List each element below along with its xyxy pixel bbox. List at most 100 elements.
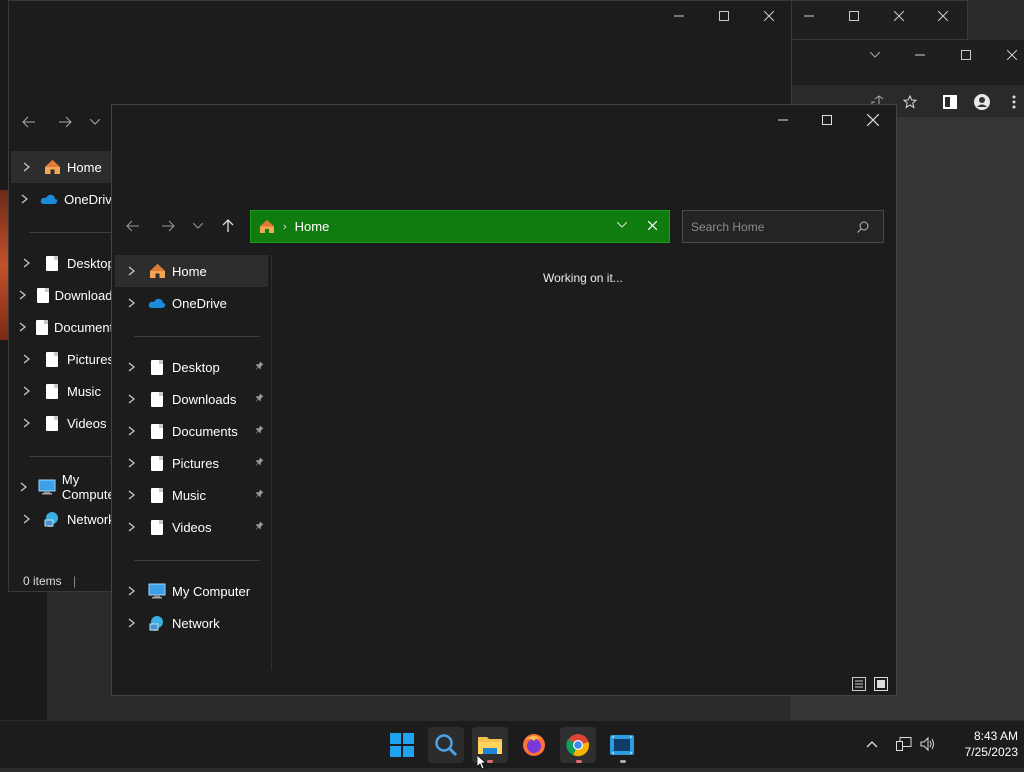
file-icon <box>36 318 48 336</box>
nav-item-label: Desktop <box>172 359 220 375</box>
back-nav-item-videos[interactable]: Videos <box>19 407 119 439</box>
nav-pane-divider[interactable] <box>271 255 272 670</box>
chevron-right-icon[interactable] <box>19 418 33 428</box>
details-view-icon[interactable] <box>849 674 869 694</box>
profile-icon[interactable] <box>972 92 992 112</box>
chevron-right-icon[interactable] <box>19 290 27 300</box>
chevron-down-icon[interactable] <box>617 222 627 228</box>
chevron-right-icon[interactable] <box>19 322 26 332</box>
back-nav-item-my-computer[interactable]: My Computer <box>19 471 119 503</box>
main-explorer-window[interactable]: › Home Search Home Home OneDrive Desktop Do… <box>111 104 897 696</box>
minimize-icon[interactable] <box>799 6 819 26</box>
chevron-down-icon[interactable] <box>865 45 885 65</box>
minimize-icon[interactable] <box>669 6 689 26</box>
forward-arrow-icon[interactable] <box>158 216 178 236</box>
computer-icon <box>38 478 56 496</box>
chevron-right-icon[interactable] <box>124 490 138 500</box>
main-nav-item-documents[interactable]: Documents <box>124 415 270 447</box>
star-icon[interactable] <box>900 92 920 112</box>
chevron-right-icon[interactable] <box>19 258 33 268</box>
nav-item-label: Network <box>67 511 115 527</box>
chevron-right-icon[interactable] <box>19 194 30 204</box>
chevron-right-icon[interactable] <box>19 386 33 396</box>
network-icon[interactable] <box>894 734 914 754</box>
close-icon[interactable] <box>933 6 953 26</box>
back-nav-item-home[interactable]: Home <box>19 151 119 183</box>
close-icon[interactable] <box>1002 45 1022 65</box>
close-icon[interactable] <box>889 6 909 26</box>
maximize-icon[interactable] <box>817 110 837 130</box>
chevron-right-icon[interactable] <box>124 298 138 308</box>
back-nav-item-documents[interactable]: Documents <box>19 311 120 343</box>
maximize-icon[interactable] <box>956 45 976 65</box>
chevron-right-icon[interactable] <box>124 426 138 436</box>
back-arrow-icon[interactable] <box>123 216 143 236</box>
clear-address-icon[interactable] <box>648 221 657 230</box>
back-nav-item-pictures[interactable]: Pictures <box>19 343 119 375</box>
main-nav-item-home[interactable]: Home <box>124 255 270 287</box>
chevron-right-icon[interactable] <box>124 362 138 372</box>
main-nav-item-pictures[interactable]: Pictures <box>124 447 270 479</box>
main-nav-item-my-computer[interactable]: My Computer <box>124 575 270 607</box>
back-arrow-icon[interactable] <box>19 112 39 132</box>
chevron-right-icon[interactable] <box>19 162 33 172</box>
maximize-icon[interactable] <box>844 6 864 26</box>
file-icon <box>43 254 61 272</box>
back-nav-item-downloads[interactable]: Downloads <box>19 279 119 311</box>
back-nav-item-network[interactable]: Network <box>19 503 119 535</box>
nav-item-label: Music <box>67 383 101 399</box>
menu-icon[interactable] <box>1004 92 1024 112</box>
chevron-right-icon[interactable] <box>19 354 33 364</box>
search-input[interactable]: Search Home <box>691 220 764 234</box>
minimize-icon[interactable] <box>773 110 793 130</box>
main-nav-item-onedrive[interactable]: OneDrive <box>124 287 270 319</box>
back-nav-item-music[interactable]: Music <box>19 375 119 407</box>
nav-item-label: Music <box>172 487 206 503</box>
chevron-right-icon[interactable] <box>124 394 138 404</box>
back-nav-item-onedrive[interactable]: OneDrive <box>19 183 119 215</box>
sidepanel-icon[interactable] <box>940 92 960 112</box>
main-nav-item-network[interactable]: Network <box>124 607 270 639</box>
chevron-right-icon[interactable] <box>19 482 28 492</box>
main-nav-item-downloads[interactable]: Downloads <box>124 383 270 415</box>
chevron-down-icon[interactable] <box>188 216 208 236</box>
chevron-right-icon[interactable] <box>124 266 138 276</box>
chevron-right-icon[interactable] <box>124 522 138 532</box>
main-nav-item-desktop[interactable]: Desktop <box>124 351 270 383</box>
maximize-icon[interactable] <box>714 6 734 26</box>
address-bar[interactable]: › Home <box>250 210 670 243</box>
chevron-right-icon[interactable] <box>124 618 138 628</box>
large-icons-view-icon[interactable] <box>871 674 891 694</box>
main-nav-item-videos[interactable]: Videos <box>124 511 270 543</box>
firefox-icon[interactable] <box>516 727 552 763</box>
breadcrumb-location[interactable]: Home <box>295 219 330 234</box>
chevron-right-icon[interactable] <box>124 586 138 596</box>
media-app-icon[interactable] <box>604 727 640 763</box>
chevron-right-icon[interactable] <box>19 514 33 524</box>
volume-icon[interactable] <box>918 734 938 754</box>
chevron-down-icon[interactable] <box>85 112 105 132</box>
close-icon[interactable] <box>863 110 883 130</box>
back-nav-item-desktop[interactable]: Desktop <box>19 247 119 279</box>
search-icon[interactable] <box>857 221 869 233</box>
main-nav-item-music[interactable]: Music <box>124 479 270 511</box>
file-icon <box>148 518 166 536</box>
item-count: 0 items <box>23 574 62 588</box>
background-window-3[interactable] <box>790 0 968 40</box>
windows-start-icon[interactable] <box>384 727 420 763</box>
up-arrow-icon[interactable] <box>218 216 238 236</box>
show-hidden-icons-icon[interactable] <box>862 734 882 754</box>
search-icon[interactable] <box>428 727 464 763</box>
chevron-right-icon[interactable] <box>124 458 138 468</box>
file-icon <box>43 350 61 368</box>
nav-item-label: OneDrive <box>172 295 227 311</box>
close-icon[interactable] <box>759 6 779 26</box>
running-indicator <box>576 760 582 763</box>
minimize-icon[interactable] <box>910 45 930 65</box>
clock[interactable]: 8:43 AM 7/25/2023 <box>940 728 1018 760</box>
browser-tabstrip <box>790 40 1024 85</box>
forward-arrow-icon[interactable] <box>55 112 75 132</box>
chrome-icon[interactable] <box>560 727 596 763</box>
network-icon <box>148 614 166 632</box>
search-box[interactable]: Search Home <box>682 210 884 243</box>
